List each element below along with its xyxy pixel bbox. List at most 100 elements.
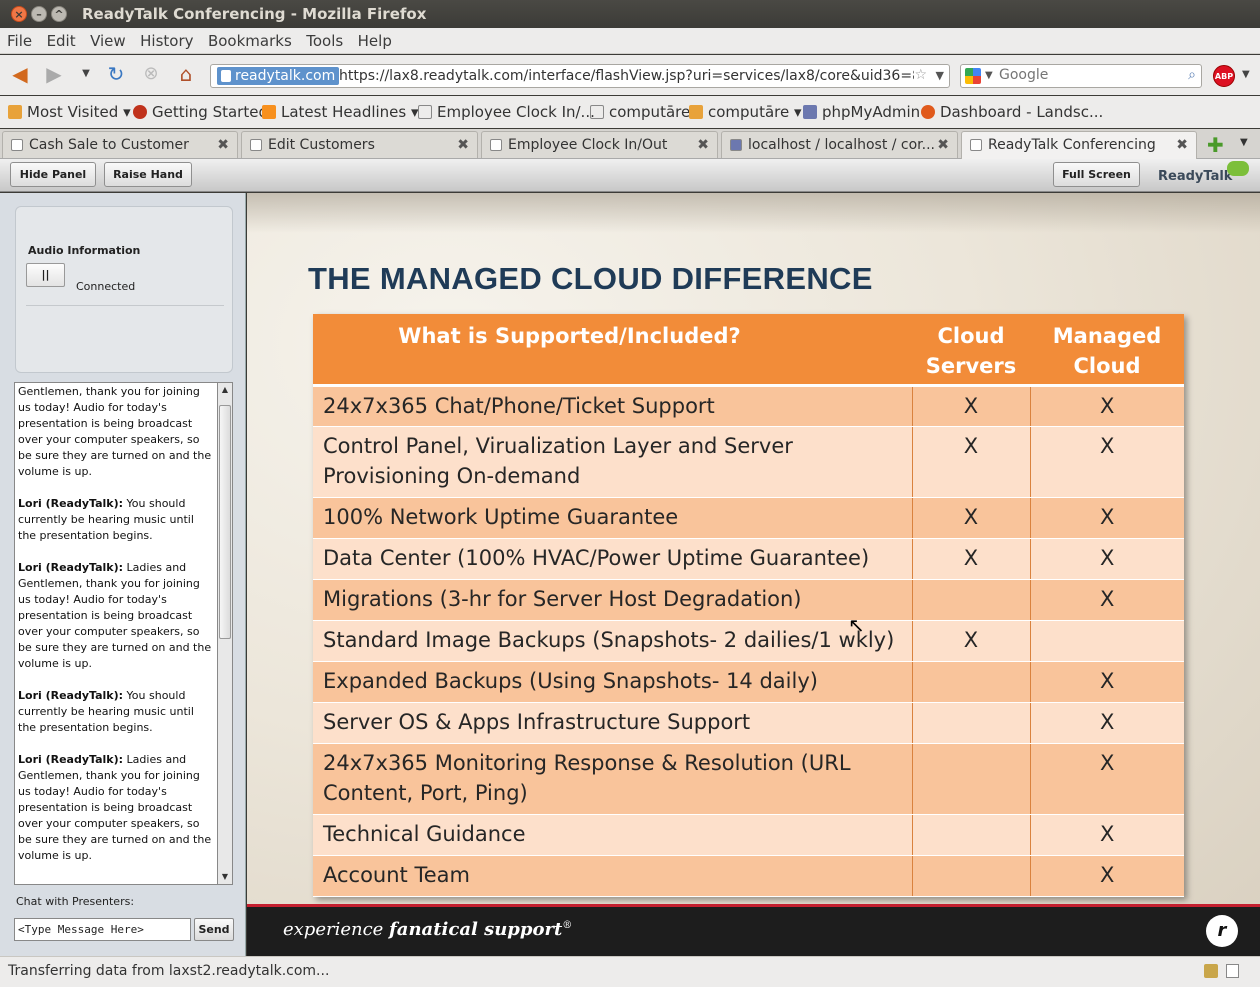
chat-log[interactable]: Gentlemen, thank you for joining us toda… xyxy=(14,382,218,885)
reload-icon[interactable]: ↻ xyxy=(104,63,128,87)
table-row: 24x7x365 Chat/Phone/Ticket Support X X xyxy=(313,385,1184,427)
status-text: Transferring data from laxst2.readytalk.… xyxy=(8,963,330,979)
url-text[interactable]: https://lax8.readytalk.com/interface/fla… xyxy=(339,68,914,84)
table-row: Account Team X xyxy=(313,855,1184,897)
full-screen-button[interactable]: Full Screen xyxy=(1053,162,1140,187)
stop-icon[interactable]: ⊗ xyxy=(139,63,163,87)
site-identity-button[interactable]: readytalk.com xyxy=(217,67,340,85)
table-row: Technical Guidance X xyxy=(313,814,1184,856)
window-title: ReadyTalk Conferencing - Mozilla Firefox xyxy=(82,5,427,23)
page-icon xyxy=(250,139,262,151)
page-icon xyxy=(970,139,982,151)
hide-panel-button[interactable]: Hide Panel xyxy=(10,162,96,187)
pause-button[interactable]: || xyxy=(26,263,65,287)
cloud-servers-cell: X xyxy=(911,385,1030,427)
back-arrow-icon[interactable]: ◀ xyxy=(8,63,32,87)
adblock-plus-icon[interactable]: ABP xyxy=(1213,65,1235,87)
chat-scrollbar[interactable]: ▲ ▼ xyxy=(218,382,233,885)
close-tab-icon[interactable]: ✖ xyxy=(697,137,709,153)
table-row: Data Center (100% HVAC/Power Uptime Guar… xyxy=(313,538,1184,580)
forward-arrow-icon[interactable]: ▶ xyxy=(42,63,66,87)
bookmark-employee-clock[interactable]: Employee Clock In/... xyxy=(418,103,595,121)
menu-edit[interactable]: Edit xyxy=(47,28,76,50)
left-panel: Audio Information || Connected Gentlemen… xyxy=(0,193,246,956)
divider xyxy=(26,305,224,306)
comparison-table: What is Supported/Included? Cloud Server… xyxy=(313,314,1184,897)
padlock-icon[interactable] xyxy=(1204,964,1218,978)
history-dropdown-icon[interactable]: ▼ xyxy=(74,63,98,87)
audio-information-panel: Audio Information || Connected xyxy=(15,206,233,373)
window-close-button[interactable]: × xyxy=(11,6,27,22)
managed-cloud-cell xyxy=(1029,620,1184,662)
tab-cash-sale[interactable]: Cash Sale to Customer ✖ xyxy=(2,131,238,158)
bookmark-most-visited[interactable]: Most Visited ▾ xyxy=(8,103,131,121)
tab-edit-customers[interactable]: Edit Customers ✖ xyxy=(241,131,478,158)
tab-list-dropdown-icon[interactable]: ▼ xyxy=(1240,137,1248,148)
managed-cloud-cell: X xyxy=(1029,538,1184,580)
tab-strip: Cash Sale to Customer ✖ Edit Customers ✖ E… xyxy=(0,129,1260,160)
bookmark-star-icon[interactable]: ☆ xyxy=(914,67,927,83)
scroll-down-arrow-icon[interactable]: ▼ xyxy=(218,870,232,884)
chat-message: Lori (ReadyTalk): Ladies and Gentlemen, … xyxy=(18,561,212,670)
close-tab-icon[interactable]: ✖ xyxy=(457,137,469,153)
managed-cloud-cell: X xyxy=(1029,497,1184,539)
close-tab-icon[interactable]: ✖ xyxy=(217,137,229,153)
chat-message-input[interactable] xyxy=(14,918,191,941)
cloud-servers-cell: X xyxy=(911,497,1030,539)
tab-localhost[interactable]: localhost / localhost / cor... ✖ xyxy=(721,131,958,158)
rackspace-logo-icon: r xyxy=(1206,915,1238,947)
search-bar[interactable]: ▼ ⌕ xyxy=(960,64,1202,88)
status-bar: Transferring data from laxst2.readytalk.… xyxy=(0,956,1260,987)
pma-icon xyxy=(803,105,817,119)
bookmark-computare[interactable]: computāre xyxy=(590,103,690,121)
bookmark-dashboard[interactable]: Dashboard - Landsc... xyxy=(921,103,1103,121)
bookmark-computare-folder[interactable]: computāre ▾ xyxy=(689,103,802,121)
menu-bookmarks[interactable]: Bookmarks xyxy=(208,28,292,50)
cloud-servers-cell xyxy=(911,855,1030,897)
table-row: Control Panel, Virualization Layer and S… xyxy=(313,426,1184,498)
cloud-servers-cell xyxy=(911,743,1030,815)
header-cloud-servers: Cloud Servers xyxy=(912,314,1030,387)
adblock-dropdown-icon[interactable]: ▼ xyxy=(1242,69,1250,80)
readytalk-logo: ReadyTalk xyxy=(1158,169,1233,184)
scroll-up-arrow-icon[interactable]: ▲ xyxy=(218,383,232,397)
menu-history[interactable]: History xyxy=(140,28,193,50)
feature-cell: Server OS & Apps Infrastructure Support xyxy=(313,702,912,744)
new-tab-icon[interactable]: ✚ xyxy=(1207,133,1224,157)
send-button[interactable]: Send xyxy=(194,918,234,941)
url-bar[interactable]: readytalk.com https://lax8.readytalk.com… xyxy=(210,64,950,88)
rss-icon xyxy=(262,105,276,119)
menu-file[interactable]: File xyxy=(7,28,32,50)
menu-help[interactable]: Help xyxy=(358,28,392,50)
bookmark-phpmyadmin[interactable]: phpMyAdmin xyxy=(803,103,920,121)
search-input[interactable] xyxy=(999,67,1179,83)
google-engine-icon[interactable] xyxy=(965,68,981,84)
scrollbar-thumb[interactable] xyxy=(219,405,231,639)
cloud-servers-cell: X xyxy=(911,426,1030,498)
close-tab-icon[interactable]: ✖ xyxy=(937,137,949,153)
bookmark-getting-started[interactable]: Getting Started xyxy=(133,103,268,121)
close-tab-icon[interactable]: ✖ xyxy=(1176,137,1188,153)
search-engine-dropdown-icon[interactable]: ▼ xyxy=(985,70,993,81)
search-icon[interactable]: ⌕ xyxy=(1188,67,1196,83)
chat-message: Lori (ReadyTalk): Ladies and Gentlemen, … xyxy=(18,753,212,862)
url-dropdown-icon[interactable]: ▼ xyxy=(936,69,944,82)
audio-information-header: Audio Information xyxy=(28,244,141,257)
menu-tools[interactable]: Tools xyxy=(306,28,343,50)
tab-readytalk[interactable]: ReadyTalk Conferencing ✖ xyxy=(961,131,1197,160)
cloud-servers-cell xyxy=(911,702,1030,744)
bookmarks-toolbar: Most Visited ▾ Getting Started Latest He… xyxy=(0,96,1260,128)
bookmark-latest-headlines[interactable]: Latest Headlines ▾ xyxy=(262,103,419,121)
slide-footer: experience fanatical support® r xyxy=(247,904,1260,956)
home-icon[interactable]: ⌂ xyxy=(174,63,198,87)
window-minimize-button[interactable]: – xyxy=(31,6,47,22)
navigation-toolbar: ◀ ▶ ▼ ↻ ⊗ ⌂ readytalk.com https://lax8.r… xyxy=(0,55,1260,95)
window-maximize-button[interactable]: ^ xyxy=(51,6,67,22)
page-info-icon[interactable] xyxy=(1226,964,1239,978)
presentation-slide: THE MANAGED CLOUD DIFFERENCE What is Sup… xyxy=(247,193,1260,956)
dashboard-icon xyxy=(921,105,935,119)
tab-employee-clock[interactable]: Employee Clock In/Out ✖ xyxy=(481,131,718,158)
raise-hand-button[interactable]: Raise Hand xyxy=(104,162,192,187)
table-body: 24x7x365 Chat/Phone/Ticket Support X X Cont… xyxy=(313,385,1184,897)
menu-view[interactable]: View xyxy=(90,28,126,50)
